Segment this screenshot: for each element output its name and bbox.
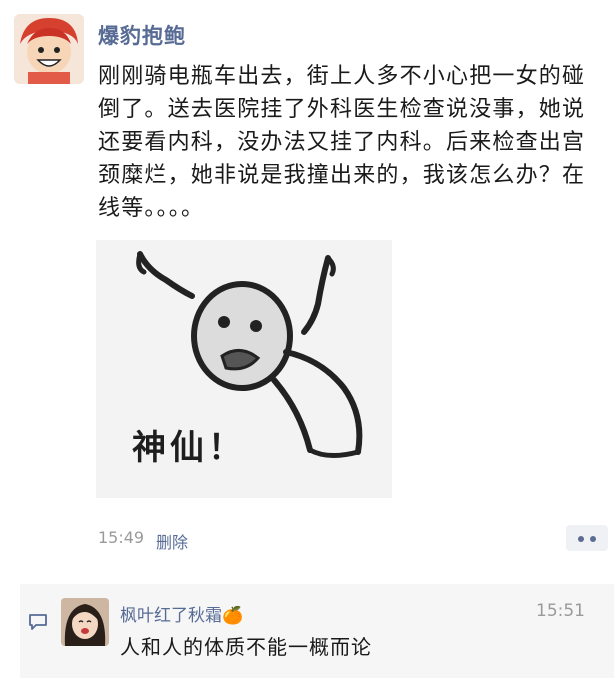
post-time: 15:49 xyxy=(98,528,145,547)
more-actions-button[interactable] xyxy=(566,525,608,551)
commenter-name[interactable]: 枫叶红了秋霜🍊 xyxy=(120,601,243,626)
more-dot-icon xyxy=(578,536,584,542)
commenter-avatar[interactable] xyxy=(61,598,109,646)
more-dot-icon xyxy=(590,536,596,542)
comment-section: 枫叶红了秋霜🍊 15:51 人和人的体质不能一概而论 xyxy=(20,584,614,678)
comment-text[interactable]: 人和人的体质不能一概而论 xyxy=(120,631,372,660)
cartoon-avatar-icon xyxy=(14,14,84,84)
author-avatar[interactable] xyxy=(14,14,84,84)
image-caption: 神仙！ xyxy=(132,428,246,468)
moments-post: 爆豹抱鲍 刚刚骑电瓶车出去，街上人多不小心把一女的碰倒了。送去医院挂了外科医生检… xyxy=(0,0,614,678)
delete-link[interactable]: 删除 xyxy=(156,529,188,553)
comment-time: 15:51 xyxy=(536,601,585,621)
girl-avatar-icon xyxy=(61,598,109,646)
post-author-name[interactable]: 爆豹抱鲍 xyxy=(98,20,186,50)
post-body-text: 刚刚骑电瓶车出去，街上人多不小心把一女的碰倒了。送去医院挂了外科医生检查说没事，… xyxy=(98,64,586,221)
post-image[interactable]: 神仙！ xyxy=(96,240,392,498)
orange-emoji-icon: 🍊 xyxy=(222,606,244,626)
commenter-name-text: 枫叶红了秋霜 xyxy=(120,606,222,626)
comment-icon xyxy=(29,614,47,630)
